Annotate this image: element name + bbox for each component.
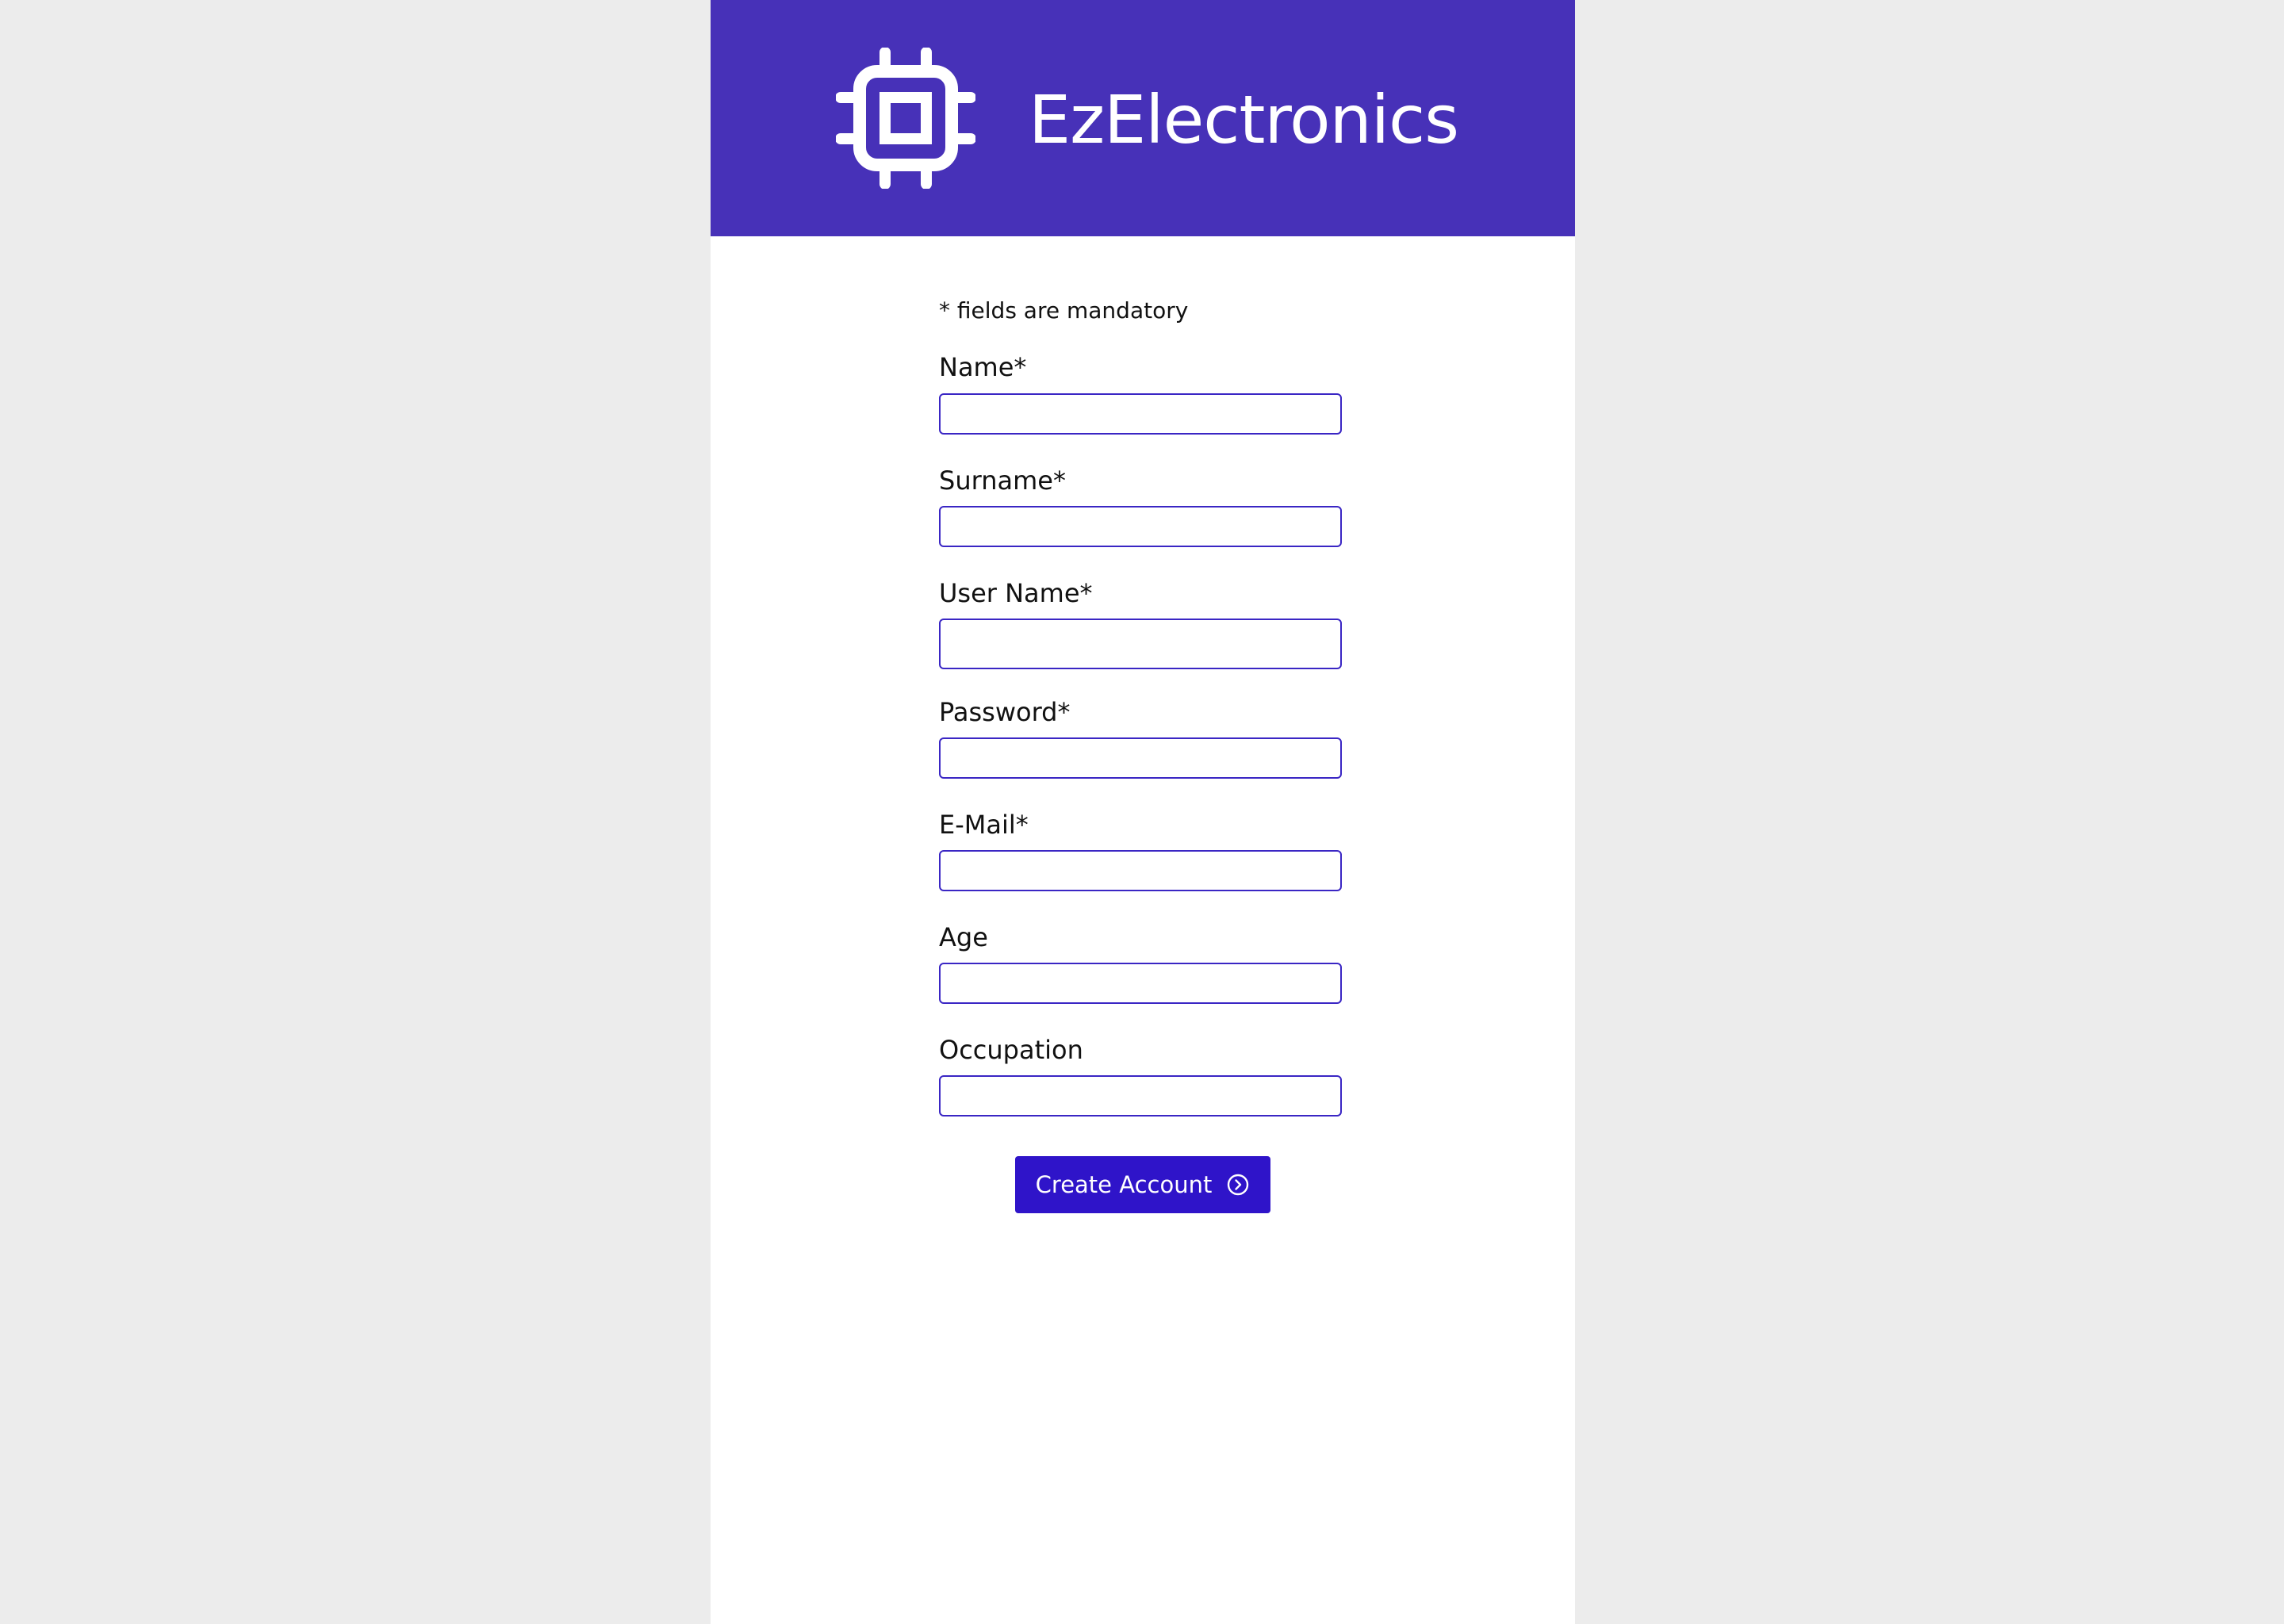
username-input[interactable] bbox=[939, 619, 1342, 669]
username-label: User Name* bbox=[939, 578, 1093, 608]
create-account-button[interactable]: Create Account bbox=[1015, 1156, 1270, 1213]
occupation-label: Occupation bbox=[939, 1035, 1083, 1065]
password-label: Password* bbox=[939, 697, 1071, 727]
email-label: E-Mail* bbox=[939, 810, 1029, 840]
age-input[interactable] bbox=[939, 963, 1342, 1004]
cpu-chip-icon bbox=[836, 48, 975, 189]
name-label: Name* bbox=[939, 352, 1027, 382]
page-container: EzElectronics * fields are mandatory Nam… bbox=[711, 0, 1575, 1624]
app-header: EzElectronics bbox=[711, 0, 1575, 236]
email-input[interactable] bbox=[939, 850, 1342, 891]
surname-input[interactable] bbox=[939, 506, 1342, 547]
surname-label: Surname* bbox=[939, 465, 1066, 496]
circle-chevron-right-icon bbox=[1228, 1174, 1249, 1196]
password-input[interactable] bbox=[939, 737, 1342, 779]
create-account-label: Create Account bbox=[1035, 1171, 1213, 1198]
occupation-input[interactable] bbox=[939, 1075, 1342, 1116]
name-input[interactable] bbox=[939, 393, 1342, 435]
age-label: Age bbox=[939, 922, 988, 952]
mandatory-note: * fields are mandatory bbox=[939, 297, 1189, 324]
brand-name: EzElectronics bbox=[1029, 81, 1459, 159]
